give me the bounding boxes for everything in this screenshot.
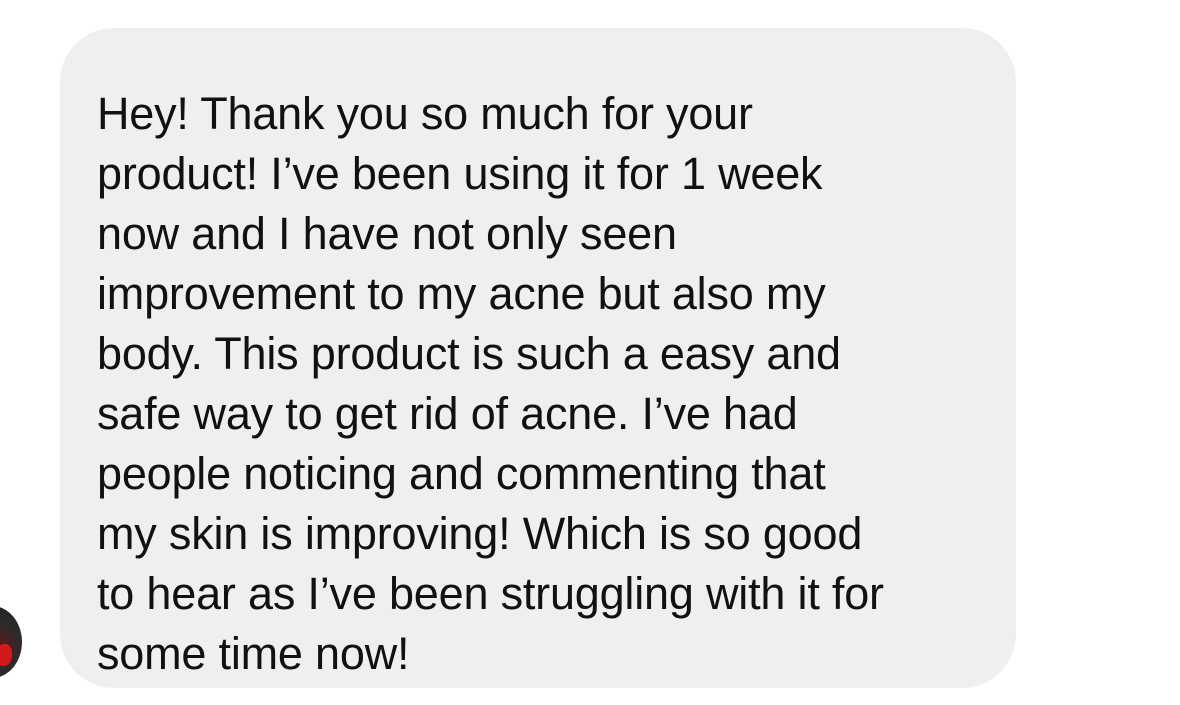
message-line: body. This product is such a easy and	[97, 328, 841, 379]
message-line: some time now!	[97, 628, 410, 679]
message-line: my skin is improving! Which is so good	[97, 508, 863, 559]
message-line: to hear as I’ve been struggling with it …	[97, 568, 884, 619]
message-line: Hey! Thank you so much for your	[97, 88, 753, 139]
message-line: people noticing and commenting that	[97, 448, 826, 499]
message-line: product! I’ve been using it for 1 week	[97, 148, 823, 199]
message-line: now and I have not only seen	[97, 208, 677, 259]
incoming-message-bubble[interactable]: Hey! Thank you so much for your product!…	[60, 28, 1016, 688]
message-line: safe way to get rid of acne. I’ve had	[97, 388, 798, 439]
message-line: improvement to my acne but also my	[97, 268, 826, 319]
message-text: Hey! Thank you so much for your product!…	[97, 84, 976, 684]
sender-avatar[interactable]	[0, 606, 22, 678]
chat-screen: Hey! Thank you so much for your product!…	[0, 0, 1180, 705]
avatar-accent-icon	[0, 644, 12, 666]
